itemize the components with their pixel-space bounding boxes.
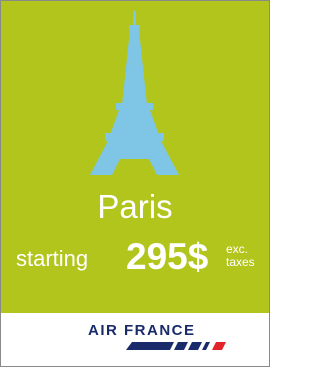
- price-note: exc. taxes: [226, 243, 268, 269]
- price-row: starting 295$ exc. taxes: [1, 233, 269, 277]
- destination-city: Paris: [97, 188, 173, 225]
- price-prefix: starting: [16, 246, 89, 271]
- price-note-line2: taxes: [226, 255, 255, 269]
- air-france-stripes-icon: [126, 342, 226, 350]
- brand-bar: AIR FRANCE: [1, 313, 269, 366]
- price-amount: 295$: [126, 236, 209, 277]
- air-france-ad-banner[interactable]: Paris starting 295$ exc. taxes AIR FRANC…: [0, 0, 270, 367]
- promo-panel: Paris starting 295$ exc. taxes: [1, 1, 269, 313]
- air-france-logo-text: AIR FRANCE: [88, 322, 196, 339]
- eiffel-tower-icon: [90, 11, 179, 175]
